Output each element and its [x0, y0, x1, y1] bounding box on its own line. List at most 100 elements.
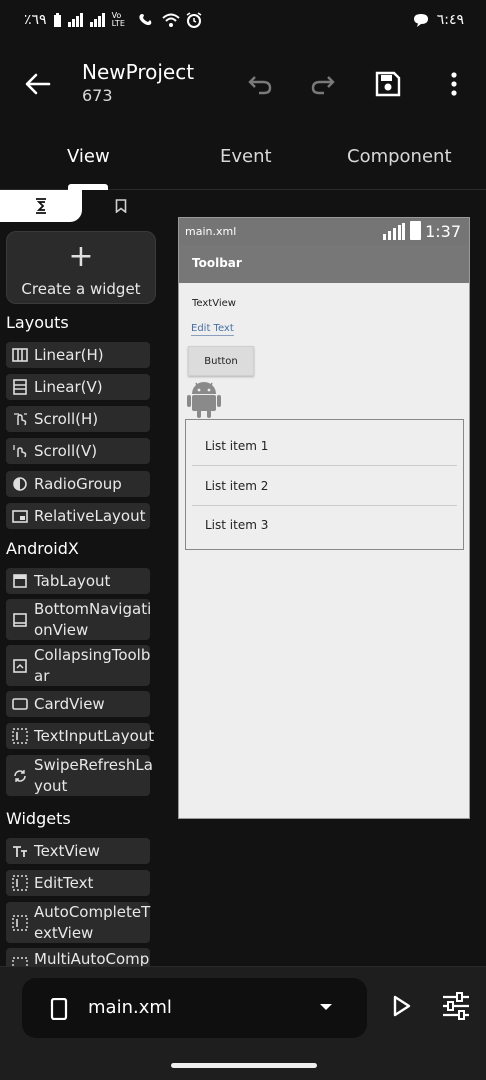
battery-percent: ٪٦٩: [24, 12, 47, 28]
text-fields-icon: [6, 844, 34, 858]
columns-icon: [6, 348, 34, 362]
widget-label: MultiAutoComp: [34, 950, 150, 966]
widget-edittext[interactable]: EditText: [6, 870, 150, 896]
create-widget-button[interactable]: + Create a widget: [6, 231, 156, 304]
widget-label: BottomNavigati onView: [34, 599, 152, 639]
rows-icon: [6, 379, 34, 395]
list-item[interactable]: List item 1: [192, 426, 457, 466]
undo-icon: [248, 76, 272, 95]
bookmark-icon: [115, 199, 127, 213]
wifi-call-icon: [138, 14, 151, 26]
preview-edittext[interactable]: Edit Text: [191, 323, 234, 336]
widget-linear-h[interactable]: Linear(H): [6, 342, 150, 368]
picture-in-picture-icon: [6, 509, 34, 523]
widget-label: Scroll(H): [34, 409, 99, 428]
battery-icon: [53, 12, 61, 27]
preview-toolbar-title: Toolbar: [192, 256, 242, 270]
widget-label: CollapsingToolb ar: [34, 645, 151, 685]
widget-label: AutoCompleteT extView: [34, 902, 151, 942]
status-bar: ٪٦٩ Vo LTE ٦:٤٩: [0, 0, 486, 44]
project-title: NewProject: [82, 60, 195, 84]
widget-collapsingtoolbar[interactable]: CollapsingToolb ar: [6, 645, 150, 686]
chat-bubble-icon: [413, 13, 428, 27]
widget-palette-icon: [36, 198, 46, 214]
widget-multiautocomplete[interactable]: MultiAutoComp: [6, 948, 150, 966]
properties-button[interactable]: [440, 991, 472, 1021]
widget-scroll-v[interactable]: Scroll(V): [6, 438, 150, 464]
widget-textinputlayout[interactable]: TextInputLayout: [6, 723, 154, 749]
back-button[interactable]: [20, 66, 56, 102]
layout-preview[interactable]: main.xml 1:37 Toolbar TextView Edit Text…: [178, 217, 470, 819]
tab-view[interactable]: View: [67, 146, 110, 167]
volte-icon: Vo LTE: [111, 11, 125, 28]
project-id: 673: [82, 86, 113, 105]
widget-label: TabLayout: [34, 571, 111, 590]
section-widgets: Widgets: [6, 809, 71, 828]
more-vert-icon: [451, 72, 457, 96]
widget-autocompletetextview[interactable]: AutoCompleteT extView: [6, 902, 150, 943]
phone-icon: [50, 998, 68, 1020]
widget-label: TextInputLayout: [34, 726, 155, 745]
preview-status-bar: main.xml 1:37: [179, 218, 469, 245]
plus-icon: +: [68, 239, 94, 274]
back-arrow-icon: [25, 73, 51, 95]
tab-event[interactable]: Event: [220, 146, 272, 167]
undo-button[interactable]: [242, 66, 278, 102]
widget-label: TextView: [34, 841, 100, 860]
current-file-name: main.xml: [88, 997, 172, 1018]
preview-signal-icon: [383, 223, 405, 240]
widget-label: Linear(H): [34, 345, 104, 364]
multi-autocomplete-icon: [6, 949, 34, 966]
save-button[interactable]: [370, 66, 406, 102]
refresh-icon: [6, 768, 34, 784]
status-time: ٦:٤٩: [436, 12, 464, 28]
preview-imageview[interactable]: [187, 379, 221, 423]
preview-textview[interactable]: TextView: [192, 298, 236, 309]
widget-label: Scroll(V): [34, 441, 98, 460]
widget-label: SwipeRefreshLa yout: [34, 755, 153, 795]
widget-bottomnavigationview[interactable]: BottomNavigati onView: [6, 599, 152, 640]
list-item[interactable]: List item 2: [192, 466, 457, 506]
widget-label: RelativeLayout: [34, 506, 146, 525]
section-layouts: Layouts: [6, 313, 69, 332]
gesture-nav-handle[interactable]: [171, 1063, 317, 1068]
tune-icon: [443, 992, 469, 1020]
wifi-icon: [161, 13, 180, 27]
bottom-nav-icon: [6, 612, 34, 627]
widget-linear-v[interactable]: Linear(V): [6, 374, 150, 400]
preview-listview[interactable]: List item 1 List item 2 List item 3: [185, 419, 464, 550]
create-widget-label: Create a widget: [21, 280, 141, 298]
palette-tab-bookmarks[interactable]: [82, 190, 160, 222]
widget-radiogroup[interactable]: RadioGroup: [6, 471, 150, 497]
section-androidx: AndroidX: [6, 539, 79, 558]
tab-bar: View Event Component: [0, 124, 486, 190]
more-options-button[interactable]: [436, 66, 472, 102]
file-selector[interactable]: main.xml: [22, 978, 367, 1038]
widget-label: EditText: [34, 873, 94, 892]
swipe-vertical-icon: [6, 443, 34, 459]
widget-relativelayout[interactable]: RelativeLayout: [6, 503, 150, 529]
tab-component[interactable]: Component: [347, 146, 452, 167]
widget-palette: + Create a widget Layouts Linear(H) Line…: [0, 222, 162, 966]
widget-label: RadioGroup: [34, 474, 122, 493]
play-icon: [393, 995, 411, 1017]
android-robot-icon: [187, 382, 221, 418]
palette-tab-widgets[interactable]: [0, 190, 82, 222]
widget-label: Linear(V): [34, 377, 103, 396]
edit-text-icon: [6, 875, 34, 891]
text-field-icon: [6, 728, 34, 744]
widget-scroll-h[interactable]: Scroll(H): [6, 406, 150, 432]
app-bar: NewProject 673: [0, 44, 486, 124]
list-item[interactable]: List item 3: [192, 505, 457, 545]
widget-tablayout[interactable]: TabLayout: [6, 568, 150, 594]
redo-button[interactable]: [305, 66, 341, 102]
run-button[interactable]: [386, 991, 416, 1021]
widget-swiperefreshlayout[interactable]: SwipeRefreshLa yout: [6, 755, 153, 796]
widget-textview[interactable]: TextView: [6, 838, 150, 864]
autocomplete-icon: [6, 914, 34, 931]
redo-icon: [311, 76, 335, 95]
preview-toolbar[interactable]: Toolbar: [179, 245, 469, 283]
preview-button[interactable]: Button: [188, 346, 254, 376]
widget-cardview[interactable]: CardView: [6, 691, 150, 717]
swipe-horizontal-icon: [6, 411, 34, 427]
